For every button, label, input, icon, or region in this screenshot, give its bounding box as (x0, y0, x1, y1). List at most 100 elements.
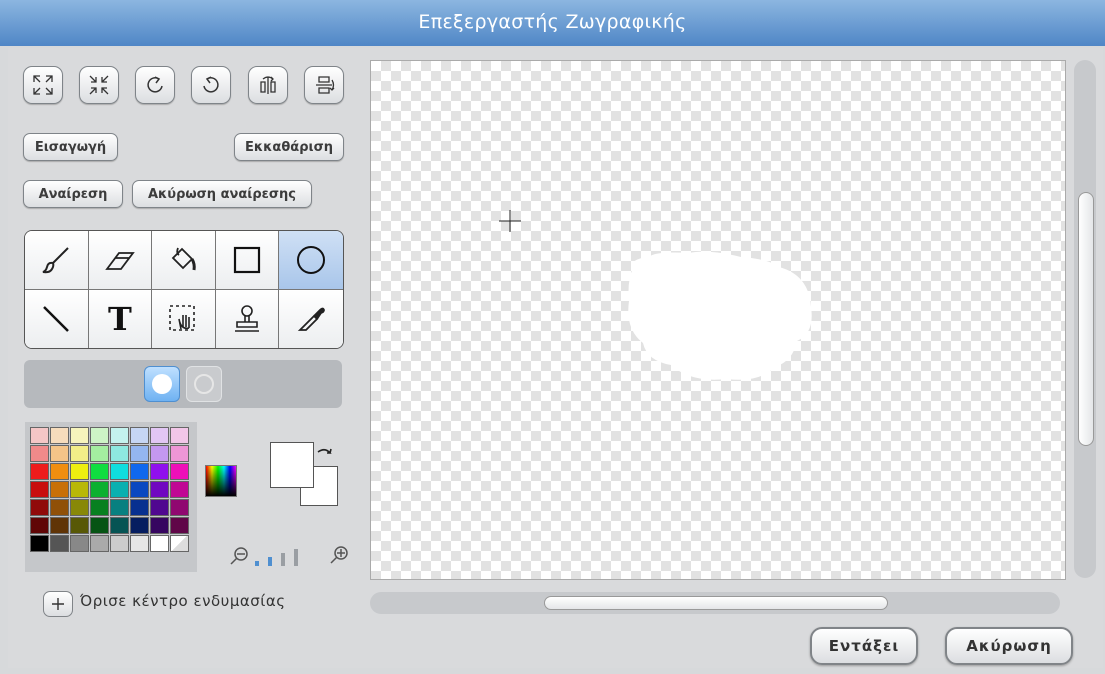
zoom-in-icon[interactable] (329, 545, 349, 569)
color-swatch[interactable] (70, 517, 89, 534)
clear-button[interactable]: Εκκαθάριση (234, 133, 344, 161)
color-swatch[interactable] (130, 499, 149, 516)
color-swatch[interactable] (70, 427, 89, 444)
color-swatch[interactable] (170, 517, 189, 534)
color-swatch[interactable] (110, 481, 129, 498)
outline-circle-icon (194, 374, 214, 394)
color-swatch[interactable] (130, 445, 149, 462)
color-swatch[interactable] (50, 427, 69, 444)
grow-icon[interactable] (23, 66, 63, 104)
line-icon[interactable] (25, 289, 89, 348)
color-swatch[interactable] (50, 499, 69, 516)
color-swatch[interactable] (110, 499, 129, 516)
color-swatch[interactable] (90, 445, 109, 462)
zoom-bar[interactable] (281, 553, 285, 566)
color-swatch[interactable] (110, 445, 129, 462)
outline-shape-option[interactable] (186, 366, 222, 402)
color-swatch[interactable] (30, 517, 49, 534)
select-icon[interactable] (152, 289, 216, 348)
filled-shape-option[interactable] (144, 366, 180, 402)
shrink-icon[interactable] (79, 66, 119, 104)
color-swatch[interactable] (90, 463, 109, 480)
zoom-out-icon[interactable] (229, 546, 249, 570)
color-swatch[interactable] (30, 499, 49, 516)
ellipse-icon[interactable] (279, 231, 343, 290)
color-swatch[interactable] (150, 445, 169, 462)
color-swatch[interactable] (130, 517, 149, 534)
color-swatch[interactable] (50, 445, 69, 462)
color-swatch[interactable] (90, 535, 109, 552)
color-swatch[interactable] (50, 535, 69, 552)
color-swatch[interactable] (70, 445, 89, 462)
color-swatch[interactable] (30, 427, 49, 444)
cancel-button[interactable]: Ακύρωση (945, 627, 1073, 665)
text-tool-glyph: T (107, 299, 132, 338)
color-swatch[interactable] (50, 517, 69, 534)
color-swatch[interactable] (150, 481, 169, 498)
color-swatch[interactable] (90, 499, 109, 516)
foreground-color-swatch[interactable] (270, 442, 314, 488)
color-swatch[interactable] (110, 427, 129, 444)
color-palette (25, 422, 197, 572)
color-swatch[interactable] (110, 535, 129, 552)
color-swatch[interactable] (30, 481, 49, 498)
rectangle-icon[interactable] (215, 231, 280, 290)
zoom-bar[interactable] (255, 561, 259, 566)
redo-button[interactable]: Ακύρωση αναίρεσης (132, 180, 312, 208)
set-center-button[interactable] (43, 591, 73, 617)
text-icon[interactable]: T (88, 289, 153, 348)
eraser-icon[interactable] (88, 231, 153, 290)
rotate-right-icon[interactable] (191, 66, 231, 104)
color-swatch[interactable] (90, 427, 109, 444)
color-swatch[interactable] (130, 463, 149, 480)
color-swatch[interactable] (70, 499, 89, 516)
color-swatch[interactable] (150, 535, 169, 552)
color-swatch[interactable] (130, 481, 149, 498)
tool-palette: T (24, 230, 344, 349)
rotate-left-icon[interactable] (135, 66, 175, 104)
color-swatch[interactable] (170, 427, 189, 444)
color-swatch[interactable] (110, 463, 129, 480)
color-swatch[interactable] (150, 499, 169, 516)
color-swatch[interactable] (170, 499, 189, 516)
color-swatch[interactable] (170, 481, 189, 498)
color-swatch[interactable] (150, 517, 169, 534)
color-swatch[interactable] (130, 427, 149, 444)
color-swatch[interactable] (90, 481, 109, 498)
horizontal-scrollbar[interactable] (370, 592, 1060, 614)
color-swatch[interactable] (150, 463, 169, 480)
flip-vertical-icon[interactable] (304, 66, 344, 104)
swap-colors-icon[interactable] (316, 446, 334, 466)
paint-canvas[interactable] (370, 60, 1066, 580)
color-picker-icon[interactable] (205, 465, 237, 497)
import-button[interactable]: Εισαγωγή (23, 133, 118, 161)
vertical-scroll-thumb[interactable] (1078, 192, 1094, 446)
color-swatch[interactable] (30, 463, 49, 480)
color-swatch[interactable] (150, 427, 169, 444)
color-swatch[interactable] (70, 535, 89, 552)
undo-button[interactable]: Αναίρεση (23, 180, 123, 208)
color-swatch[interactable] (90, 517, 109, 534)
eyedropper-icon[interactable] (279, 289, 343, 348)
color-swatch[interactable] (70, 463, 89, 480)
horizontal-scroll-thumb[interactable] (544, 596, 888, 610)
flip-horizontal-icon[interactable] (248, 66, 288, 104)
fill-bucket-icon[interactable] (152, 231, 216, 290)
color-swatch[interactable] (30, 535, 49, 552)
vertical-scrollbar[interactable] (1074, 60, 1096, 578)
paintbrush-icon[interactable] (25, 231, 89, 290)
color-swatch[interactable] (170, 445, 189, 462)
color-swatch[interactable] (130, 535, 149, 552)
ok-button[interactable]: Εντάξει (810, 627, 918, 665)
color-swatch[interactable] (70, 481, 89, 498)
color-swatch[interactable] (170, 463, 189, 480)
color-swatch[interactable] (30, 445, 49, 462)
color-swatch[interactable] (50, 463, 69, 480)
shape-options (24, 360, 342, 408)
color-swatch[interactable] (50, 481, 69, 498)
stamp-icon[interactable] (215, 289, 280, 348)
zoom-bar[interactable] (294, 549, 298, 566)
color-swatch[interactable] (170, 535, 189, 552)
zoom-bar[interactable] (268, 557, 272, 566)
color-swatch[interactable] (110, 517, 129, 534)
